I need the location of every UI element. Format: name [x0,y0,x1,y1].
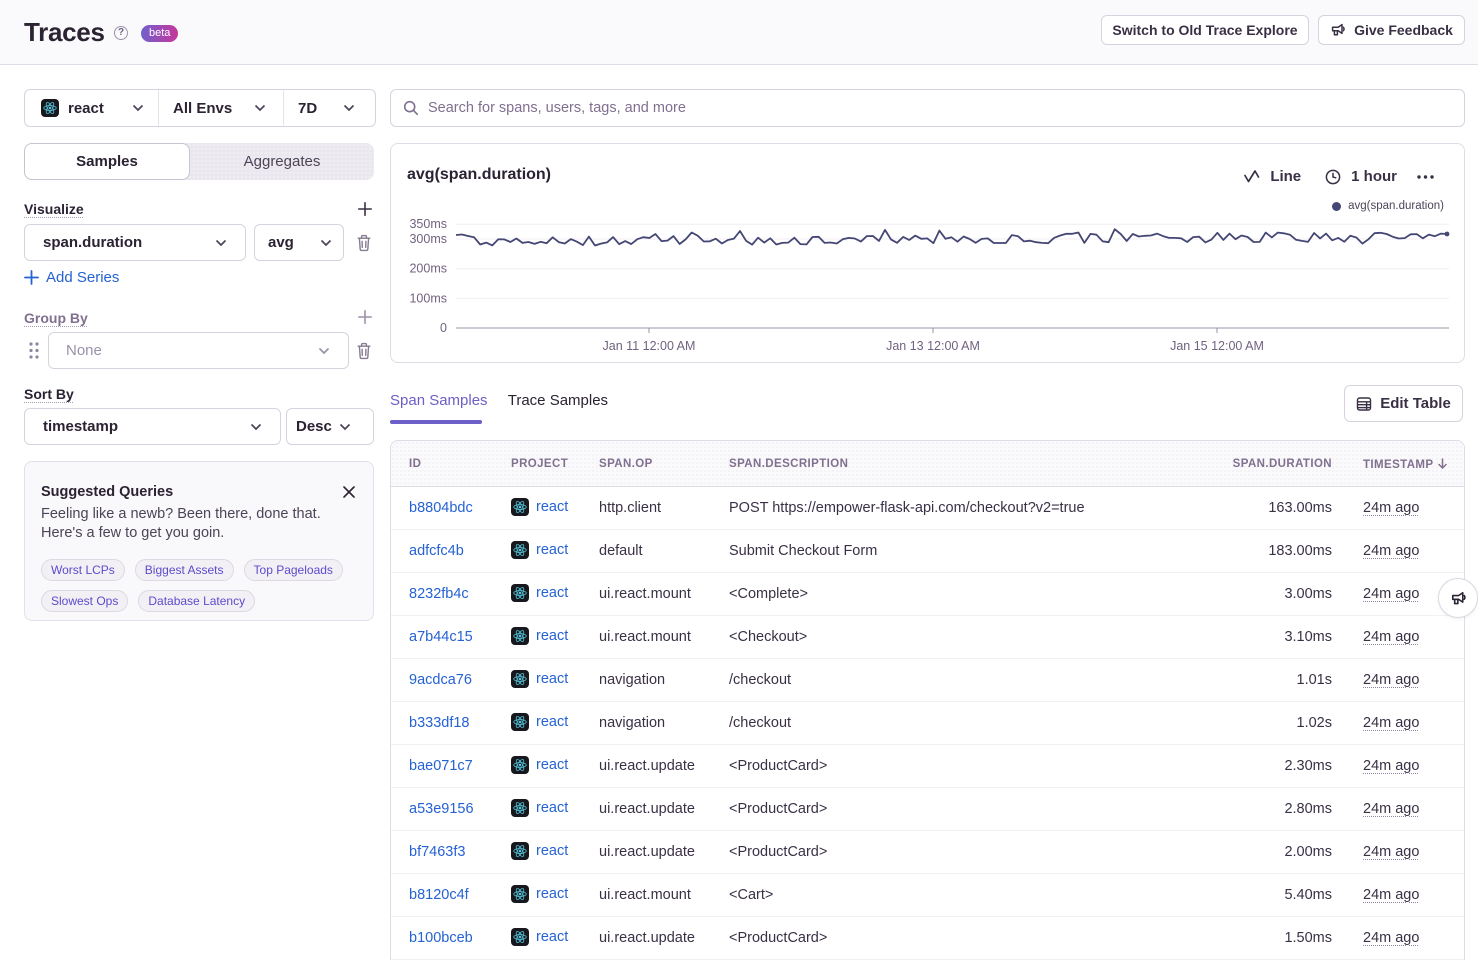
svg-text:Jan 15 12:00 AM: Jan 15 12:00 AM [1170,339,1264,353]
svg-text:300ms: 300ms [409,232,447,246]
svg-text:0: 0 [440,321,447,335]
svg-text:Jan 11 12:00 AM: Jan 11 12:00 AM [603,339,696,353]
svg-text:Jan 13 12:00 AM: Jan 13 12:00 AM [886,339,980,353]
svg-text:200ms: 200ms [409,262,447,276]
svg-text:100ms: 100ms [409,291,447,305]
svg-text:350ms: 350ms [409,217,447,231]
